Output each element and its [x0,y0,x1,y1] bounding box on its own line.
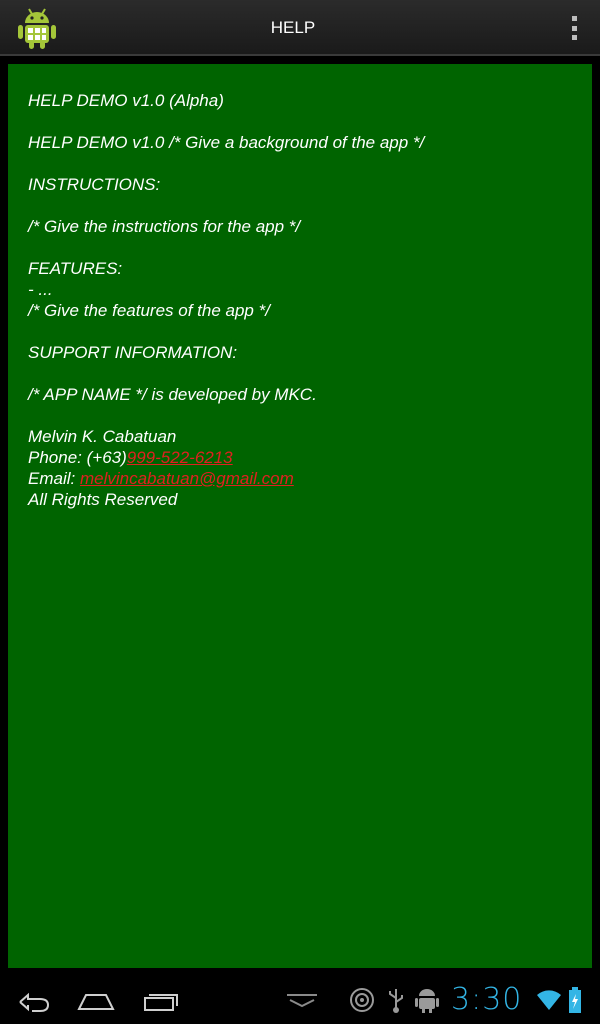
features-bullet: - ... [28,280,53,299]
home-icon[interactable] [76,984,116,1016]
contact-name: Melvin K. Cabatuan [28,427,177,446]
battery-icon [568,986,582,1019]
clock: 3:30 [451,982,523,1017]
page-title: HELP [270,18,316,37]
help-heading: HELP DEMO v1.0 (Alpha) [28,91,224,110]
usb-icon [386,986,406,1019]
phone-link[interactable]: 999-522-6213 [127,448,233,467]
overflow-menu-icon[interactable] [570,16,578,40]
help-panel[interactable]: HELP DEMO v1.0 (Alpha) HELP DEMO v1.0 /*… [8,64,592,968]
system-nav-bar: 3:30 [0,976,600,1024]
back-icon[interactable] [14,984,54,1016]
email-link[interactable]: melvincabatuan@gmail.com [80,469,294,488]
support-header: SUPPORT INFORMATION: [28,343,238,362]
android-debug-icon [414,986,440,1019]
features-header: FEATURES: [28,259,123,278]
phone-label: Phone: (+63) [28,448,127,467]
gps-icon [348,986,376,1019]
features-text: /* Give the features of the app */ [28,301,270,320]
instructions-text: /* Give the instructions for the app */ [28,217,301,236]
screen: HELP HELP DEMO v1.0 (Alpha) HELP DEMO v1… [0,0,600,1024]
rights-text: All Rights Reserved [28,490,178,509]
recent-apps-icon[interactable] [140,984,180,1016]
wifi-icon [536,988,562,1017]
background-text: HELP DEMO v1.0 /* Give a background of t… [28,133,425,152]
support-text: /* APP NAME */ is developed by MKC. [28,385,317,404]
content-area: HELP DEMO v1.0 (Alpha) HELP DEMO v1.0 /*… [0,56,600,976]
phone-line: Phone: (+63)999-522-6213 [28,447,592,468]
instructions-header: INSTRUCTIONS: [28,175,161,194]
action-bar: HELP [0,0,600,56]
email-line: Email: melvincabatuan@gmail.com [28,468,592,489]
email-label: Email: [28,469,80,488]
chevron-down-icon[interactable] [282,984,322,1016]
